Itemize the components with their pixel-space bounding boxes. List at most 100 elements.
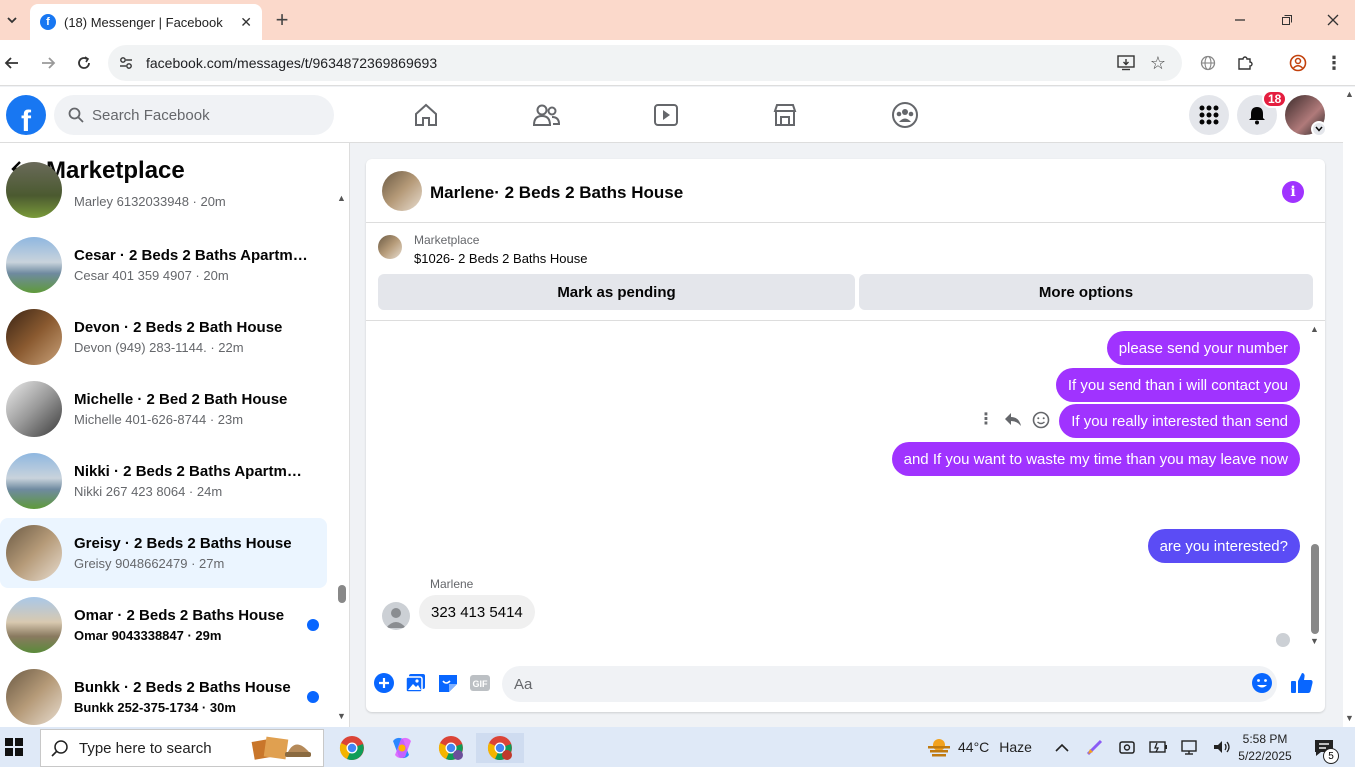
conversation-name: Greisy · 2 Beds 2 Baths House (74, 535, 292, 552)
conversation-item[interactable]: Cesar · 2 Beds 2 Baths Apartmen... Cesar… (0, 230, 327, 300)
search-icon (68, 107, 84, 123)
conversation-item[interactable]: Michelle · 2 Bed 2 Bath House Michelle 4… (0, 374, 327, 444)
mark-as-pending-button[interactable]: Mark as pending (378, 274, 855, 310)
grid-icon (1199, 105, 1219, 125)
account-chevron-icon[interactable] (1311, 121, 1327, 137)
bookmark-star-icon[interactable]: ☆ (1146, 51, 1170, 75)
scroll-down-arrow-icon[interactable]: ▼ (1345, 713, 1354, 723)
more-options-button[interactable]: More options (859, 274, 1313, 310)
conversation-item[interactable]: Nikki · 2 Beds 2 Baths Apartmen... Nikki… (0, 446, 327, 516)
battery-icon[interactable] (1149, 739, 1169, 760)
chat-title[interactable]: Marlene· 2 Beds 2 Baths House (430, 183, 683, 203)
network-icon[interactable] (1181, 739, 1201, 760)
home-icon[interactable] (410, 99, 442, 131)
back-arrow-icon[interactable] (0, 51, 24, 75)
outgoing-message[interactable]: If you really interested than send (1059, 404, 1300, 438)
groups-icon[interactable] (889, 99, 921, 131)
friends-icon[interactable] (530, 99, 562, 131)
site-info-icon[interactable] (114, 51, 138, 75)
scroll-up-arrow-icon[interactable]: ▲ (337, 193, 347, 203)
watch-video-icon[interactable] (650, 99, 682, 131)
scroll-up-arrow-icon[interactable]: ▲ (1345, 89, 1354, 99)
like-thumbs-up-icon[interactable] (1290, 671, 1314, 695)
emoji-icon[interactable] (1250, 671, 1274, 695)
taskbar-clock[interactable]: 5:58 PM 5/22/2025 (1234, 731, 1296, 765)
marketplace-store-icon[interactable] (769, 99, 801, 131)
listing-thumbnail (6, 669, 62, 725)
menu-grid-button[interactable] (1189, 95, 1229, 135)
conversation-item[interactable]: Devon · 2 Beds 2 Bath House Devon (949) … (0, 302, 327, 372)
chrome-profile-icon[interactable] (1286, 51, 1310, 75)
message-composer: GIF (366, 659, 1325, 712)
listing-thumbnail (6, 381, 62, 437)
marketplace-sidebar: Marketplace Marley 6132033948 · 20m Cesa… (0, 143, 350, 727)
meet-camera-icon[interactable] (1118, 738, 1136, 761)
message-input[interactable] (502, 666, 1277, 702)
conversation-subtitle: Michelle 401-626-8744 · 23m (74, 412, 244, 427)
listing-thumbnail[interactable] (378, 235, 402, 259)
sticker-icon[interactable] (436, 671, 460, 695)
listing-thumbnail (6, 309, 62, 365)
conversation-item[interactable]: Bunkk · 2 Beds 2 Baths House Bunkk 252-3… (0, 662, 327, 727)
chat-panel: Marlene· 2 Beds 2 Baths House i Marketpl… (366, 159, 1325, 712)
address-bar[interactable]: facebook.com/messages/t/9634872369869693 (108, 45, 1182, 81)
chat-avatar[interactable] (382, 171, 422, 211)
chrome-taskbar-icon-active[interactable] (476, 733, 524, 763)
facebook-search-input[interactable]: Search Facebook (54, 95, 334, 135)
chat-scrollbar-thumb[interactable] (1311, 544, 1319, 634)
unread-dot (307, 691, 319, 703)
listing-thumbnail (6, 237, 62, 293)
conversation-name: Bunkk · 2 Beds 2 Baths House (74, 679, 291, 696)
notification-count-badge: 5 (1323, 748, 1339, 764)
listing-title[interactable]: $1026- 2 Beds 2 Baths House (414, 251, 587, 266)
reload-icon[interactable] (72, 51, 96, 75)
install-app-icon[interactable] (1114, 51, 1138, 75)
gif-icon[interactable]: GIF (468, 671, 492, 695)
info-icon[interactable]: i (1282, 181, 1304, 203)
translate-globe-icon[interactable] (1196, 51, 1220, 75)
outgoing-message[interactable]: are you interested? (1147, 529, 1300, 563)
chrome-taskbar-icon[interactable] (435, 733, 467, 763)
forward-arrow-icon[interactable] (36, 51, 60, 75)
reply-icon[interactable] (1004, 411, 1022, 432)
plus-circle-icon[interactable] (372, 671, 396, 695)
copilot-taskbar-icon[interactable] (386, 733, 418, 763)
close-window-icon[interactable] (1321, 8, 1345, 32)
chrome-taskbar-icon[interactable] (336, 733, 368, 763)
outgoing-message[interactable]: and If you want to waste my time than yo… (891, 442, 1300, 476)
sender-avatar[interactable] (382, 602, 410, 630)
new-tab-button[interactable]: + (270, 7, 294, 32)
scroll-down-arrow-icon[interactable]: ▼ (337, 711, 347, 721)
pen-icon[interactable] (1086, 738, 1104, 761)
browser-tab[interactable]: f (18) Messenger | Facebook ✕ (30, 4, 262, 40)
photo-gallery-icon[interactable] (404, 671, 428, 695)
chrome-menu-icon[interactable]: ⋮ (1322, 51, 1346, 75)
taskbar-search-box[interactable]: Type here to search (40, 729, 324, 767)
incoming-message[interactable]: 323 413 5414 (419, 595, 535, 629)
message-more-icon[interactable]: ⋮ (978, 409, 994, 429)
conversation-name: Michelle · 2 Bed 2 Bath House (74, 391, 288, 408)
scroll-up-arrow-icon[interactable]: ▲ (1310, 324, 1319, 334)
scroll-down-arrow-icon[interactable]: ▼ (1310, 636, 1319, 646)
outgoing-message[interactable]: please send your number (1106, 331, 1300, 365)
listing-thumbnail (6, 453, 62, 509)
extensions-puzzle-icon[interactable] (1233, 51, 1257, 75)
sidebar-scrollbar-thumb[interactable] (338, 585, 346, 603)
tab-close-icon[interactable]: ✕ (240, 14, 252, 31)
volume-speaker-icon[interactable] (1212, 739, 1232, 760)
weather-widget[interactable]: 44°C Haze (928, 737, 1032, 757)
tab-search-chevron-icon[interactable] (0, 8, 24, 32)
conversation-item-selected[interactable]: Greisy · 2 Beds 2 Baths House Greisy 904… (0, 518, 327, 588)
maximize-window-icon[interactable] (1275, 8, 1299, 32)
show-hidden-icons-chevron-icon[interactable] (1055, 740, 1069, 758)
react-emoji-icon[interactable] (1032, 411, 1050, 434)
conversation-item[interactable]: Omar · 2 Beds 2 Baths House Omar 9043338… (0, 590, 327, 660)
outgoing-message[interactable]: If you send than i will contact you (1055, 368, 1300, 402)
facebook-logo[interactable]: f (6, 95, 46, 135)
conversation-name: Cesar · 2 Beds 2 Baths Apartmen... (74, 247, 309, 264)
windows-start-icon[interactable] (5, 738, 23, 761)
conversation-subtitle: Greisy 9048662479 · 27m (74, 556, 225, 571)
minimize-window-icon[interactable] (1228, 8, 1252, 32)
page-scrollbar[interactable]: ▲ ▼ (1343, 87, 1355, 727)
haze-weather-icon (928, 739, 950, 757)
